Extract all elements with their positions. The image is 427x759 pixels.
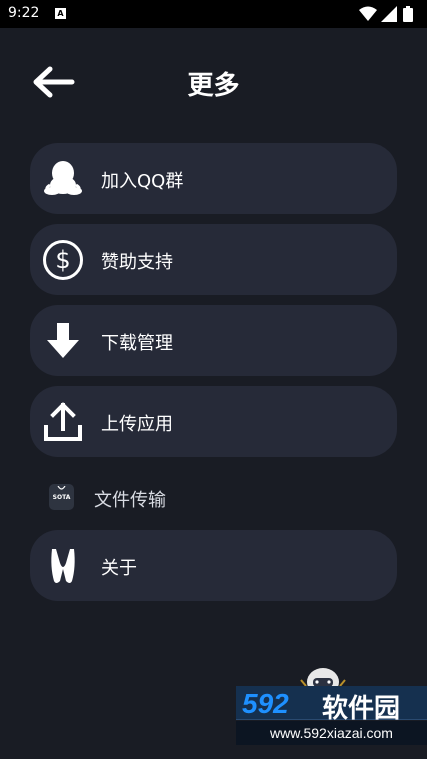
- watermark-number: 592: [242, 688, 289, 719]
- watermark-url: www.592xiazai.com: [236, 721, 427, 745]
- watermark-brand: 软件园: [322, 694, 401, 724]
- app-logo-icon: [51, 549, 75, 583]
- status-time: 9:22: [8, 5, 40, 21]
- watermark: 592 软件园 www.592xiazai.com: [236, 686, 427, 745]
- wifi-icon: [359, 6, 377, 21]
- status-bar: 9:22 A: [0, 0, 427, 28]
- upload-icon: [44, 402, 82, 441]
- header: 更多: [0, 28, 427, 128]
- menu-item-about[interactable]: 关于: [30, 530, 397, 601]
- svg-text:$: $: [55, 246, 70, 274]
- menu-item-upload[interactable]: 上传应用: [30, 386, 397, 457]
- menu-item-downloads[interactable]: 下载管理: [30, 305, 397, 376]
- menu-item-label: 下载管理: [101, 333, 173, 354]
- sota-icon: SOTA: [49, 484, 74, 510]
- menu-item-file-transfer[interactable]: SOTA 文件传输: [30, 474, 397, 520]
- signal-icon: [381, 6, 397, 22]
- menu-item-sponsor[interactable]: $ 赞助支持: [30, 224, 397, 295]
- status-icons: [359, 6, 419, 22]
- sota-bag-handle: [57, 486, 66, 490]
- menu-item-join-qq[interactable]: 加入QQ群: [30, 143, 397, 214]
- battery-icon: [403, 6, 413, 22]
- menu-item-label: 关于: [101, 558, 137, 579]
- file-transfer-label: 文件传输: [94, 490, 166, 511]
- sota-icon-text: SOTA: [52, 494, 71, 501]
- download-arrow-icon: [47, 323, 79, 358]
- menu-item-label: 上传应用: [101, 414, 173, 435]
- qq-penguin-icon: [44, 161, 82, 195]
- page-title: 更多: [187, 71, 240, 101]
- watermark-banner: 592 软件园: [236, 686, 427, 724]
- menu-item-label: 赞助支持: [101, 252, 173, 273]
- dollar-circle-icon: $: [43, 240, 83, 280]
- notification-icon: A: [55, 8, 66, 19]
- menu-item-label: 加入QQ群: [101, 171, 184, 192]
